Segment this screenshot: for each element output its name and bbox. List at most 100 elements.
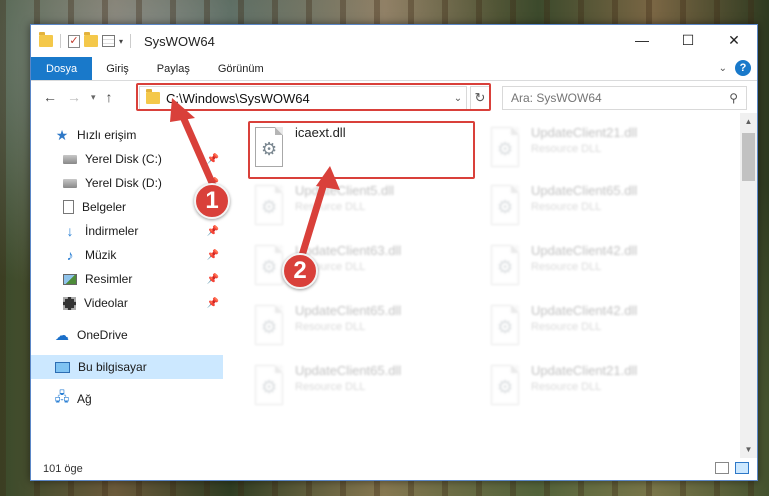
ribbon-right-controls: ⌄ ? bbox=[719, 60, 751, 76]
drive-icon bbox=[63, 178, 77, 188]
folder-icon bbox=[146, 89, 160, 104]
sidebar-item-quick-access[interactable]: ★ Hızlı erişim bbox=[31, 123, 223, 147]
file-name: UpdateClient21.dll bbox=[531, 363, 638, 378]
file-type: Resource DLL bbox=[531, 321, 602, 333]
sidebar-item-label: Ağ bbox=[77, 392, 92, 406]
sidebar-item-videos[interactable]: Videolar 📌 bbox=[31, 291, 223, 315]
tab-share[interactable]: Paylaş bbox=[143, 57, 204, 80]
tab-home[interactable]: Giriş bbox=[92, 57, 143, 80]
quick-access-toolbar: ✓ ▾ bbox=[31, 25, 134, 57]
sidebar-item-local-disk-d[interactable]: Yerel Disk (D:) 📌 bbox=[31, 171, 223, 195]
minimize-button[interactable]: — bbox=[619, 25, 665, 55]
file-type: Resource DLL bbox=[531, 201, 602, 213]
sidebar-item-downloads[interactable]: ↓ İndirmeler 📌 bbox=[31, 219, 223, 243]
search-input[interactable] bbox=[511, 91, 730, 105]
file-name: UpdateClient42.dll bbox=[531, 243, 638, 258]
details-view-icon[interactable] bbox=[715, 462, 729, 474]
file-name: UpdateClient65.dll bbox=[295, 303, 402, 318]
sidebar-item-label: Hızlı erişim bbox=[77, 128, 137, 142]
properties-icon[interactable] bbox=[102, 35, 115, 47]
address-path[interactable]: C:\Windows\SysWOW64 bbox=[166, 91, 444, 106]
computer-icon bbox=[55, 361, 70, 373]
file-type: Resource DLL bbox=[295, 321, 366, 333]
download-icon: ↓ bbox=[66, 223, 74, 239]
file-item[interactable]: ⚙ UpdateClient5.dll Resource DLL bbox=[247, 177, 467, 235]
sidebar-item-label: Bu bilgisayar bbox=[78, 360, 147, 374]
scroll-thumb[interactable] bbox=[742, 133, 755, 181]
tab-file[interactable]: Dosya bbox=[31, 57, 93, 80]
navigation-buttons: ← → ▾ ↑ bbox=[31, 89, 139, 105]
file-item[interactable]: ⚙ UpdateClient65.dll Resource DLL bbox=[483, 177, 703, 235]
sidebar-item-onedrive[interactable]: ☁ OneDrive bbox=[31, 323, 223, 347]
large-icons-view-icon[interactable] bbox=[735, 462, 749, 474]
file-explorer-window: ✓ ▾ SysWOW64 — ☐ ✕ Dosya Giriş Paylaş Gö… bbox=[30, 24, 758, 481]
file-item[interactable]: ⚙ UpdateClient21.dll Resource DLL bbox=[483, 119, 703, 177]
sidebar-item-label: Yerel Disk (D:) bbox=[85, 176, 162, 190]
properties-check-icon[interactable]: ✓ bbox=[68, 34, 80, 48]
file-item[interactable]: ⚙ UpdateClient42.dll Resource DLL bbox=[483, 237, 703, 295]
scroll-down-icon[interactable]: ▼ bbox=[740, 441, 757, 458]
close-button[interactable]: ✕ bbox=[711, 25, 757, 55]
sidebar-item-pictures[interactable]: Resimler 📌 bbox=[31, 267, 223, 291]
address-bar[interactable]: C:\Windows\SysWOW64 ⌄ bbox=[139, 86, 467, 110]
expand-ribbon-chevron-icon[interactable]: ⌄ bbox=[719, 63, 727, 74]
dll-file-icon: ⚙ bbox=[487, 127, 523, 171]
pin-icon: 📌 bbox=[206, 249, 219, 261]
window-title: SysWOW64 bbox=[144, 33, 215, 49]
step-1-badge: 1 bbox=[194, 183, 230, 219]
file-name: icaext.dll bbox=[295, 125, 346, 140]
videos-icon bbox=[63, 296, 76, 310]
folder-icon bbox=[39, 32, 53, 47]
file-name: UpdateClient42.dll bbox=[531, 303, 638, 318]
dll-file-icon: ⚙ bbox=[487, 185, 523, 229]
maximize-button[interactable]: ☐ bbox=[665, 25, 711, 55]
title-bar: ✓ ▾ SysWOW64 — ☐ ✕ bbox=[31, 25, 757, 57]
toolbar-separator bbox=[60, 34, 61, 48]
sidebar-item-label: Yerel Disk (C:) bbox=[85, 152, 162, 166]
search-box[interactable]: ⚲ bbox=[502, 86, 747, 110]
sidebar-item-label: Resimler bbox=[85, 272, 133, 286]
sidebar-item-label: OneDrive bbox=[77, 328, 128, 342]
sidebar-item-local-disk-c[interactable]: Yerel Disk (C:) 📌 bbox=[31, 147, 223, 171]
customize-toolbar-chevron-icon[interactable]: ▾ bbox=[119, 37, 123, 46]
file-item[interactable]: ⚙ UpdateClient65.dll Resource DLL bbox=[247, 297, 467, 355]
file-name: UpdateClient21.dll bbox=[531, 125, 638, 140]
up-arrow-icon[interactable]: ↑ bbox=[106, 89, 113, 105]
document-icon bbox=[63, 200, 74, 214]
sidebar-item-label: İndirmeler bbox=[85, 224, 139, 238]
file-item[interactable]: ⚙ UpdateClient63.dll Resource DLL bbox=[247, 237, 467, 295]
sidebar-item-music[interactable]: ♪ Müzik 📌 bbox=[31, 243, 223, 267]
tab-view[interactable]: Görünüm bbox=[204, 57, 278, 80]
file-item-icaext[interactable]: ⚙ icaext.dll bbox=[247, 119, 467, 177]
sidebar-item-network[interactable]: 🖧 Ağ bbox=[31, 387, 223, 411]
scroll-up-icon[interactable]: ▲ bbox=[740, 113, 757, 130]
toolbar-separator bbox=[130, 34, 132, 48]
pin-icon: 📌 bbox=[206, 297, 219, 309]
back-arrow-icon[interactable]: ← bbox=[43, 89, 57, 105]
item-count: 101 öge bbox=[43, 463, 83, 475]
file-type: Resource DLL bbox=[295, 381, 366, 393]
window-controls: — ☐ ✕ bbox=[619, 25, 757, 55]
recent-locations-chevron-icon[interactable]: ▾ bbox=[91, 92, 96, 103]
file-item[interactable]: ⚙ UpdateClient65.dll Resource DLL bbox=[247, 357, 467, 415]
sidebar-item-this-pc[interactable]: Bu bilgisayar bbox=[31, 355, 223, 379]
file-item[interactable]: ⚙ UpdateClient21.dll Resource DLL bbox=[483, 357, 703, 415]
cloud-icon: ☁ bbox=[55, 326, 69, 343]
new-folder-icon[interactable] bbox=[84, 32, 98, 47]
sidebar-item-label: Müzik bbox=[85, 248, 117, 262]
sidebar-item-label: Videolar bbox=[84, 296, 128, 310]
status-bar: 101 öge bbox=[31, 458, 757, 480]
forward-arrow-icon[interactable]: → bbox=[67, 89, 81, 105]
step-2-badge: 2 bbox=[282, 253, 318, 289]
file-name: UpdateClient65.dll bbox=[295, 363, 402, 378]
vertical-scrollbar[interactable]: ▲ ▼ bbox=[740, 113, 757, 458]
address-dropdown-chevron-icon[interactable]: ⌄ bbox=[450, 93, 466, 104]
network-icon: 🖧 bbox=[54, 389, 70, 404]
help-button[interactable]: ? bbox=[735, 60, 751, 76]
refresh-button[interactable]: ↻ bbox=[470, 86, 490, 110]
dll-file-icon: ⚙ bbox=[251, 365, 287, 409]
file-item[interactable]: ⚙ UpdateClient42.dll Resource DLL bbox=[483, 297, 703, 355]
search-icon[interactable]: ⚲ bbox=[729, 91, 738, 105]
